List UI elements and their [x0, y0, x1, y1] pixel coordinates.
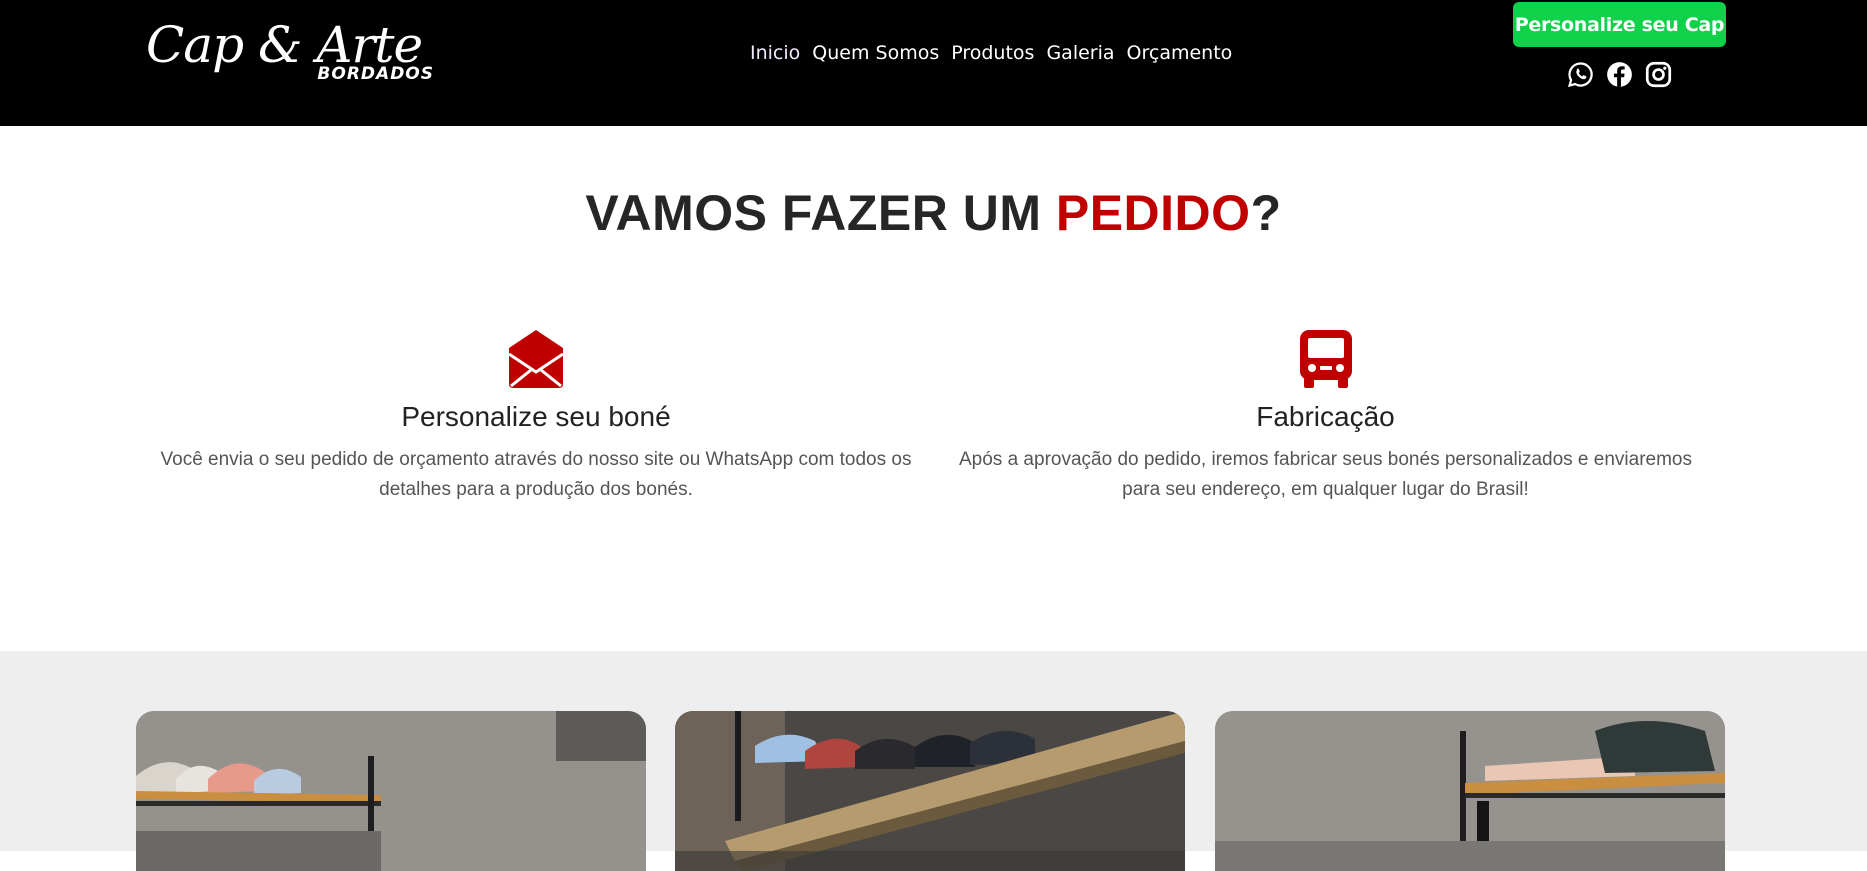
step-description: Você envia o seu pedido de orçamento atr… — [160, 449, 912, 500]
step-personalize: Personalize seu boné Você envia o seu pe… — [150, 326, 922, 505]
step-title: Personalize seu boné — [401, 401, 671, 432]
main-nav: Inicio Quem Somos Produtos Galeria Orçam… — [750, 42, 1232, 64]
personalize-cap-button[interactable]: Personalize seu Cap — [1513, 2, 1726, 47]
social-links — [1566, 60, 1673, 89]
cap-shelf-photo-2[interactable] — [675, 711, 1185, 871]
site-header: Cap & Arte BORDADOS Inicio Quem Somos Pr… — [0, 0, 1867, 126]
step-fabricacao: Fabricação Após a aprovação do pedido, i… — [950, 326, 1701, 505]
cap-shelf-photo-1[interactable] — [136, 711, 646, 871]
step-description: Após a aprovação do pedido, iremos fabri… — [959, 449, 1692, 500]
instagram-icon[interactable] — [1644, 60, 1673, 89]
whatsapp-icon[interactable] — [1566, 60, 1595, 89]
nav-item-orcamento[interactable]: Orçamento — [1127, 42, 1233, 64]
step-title: Fabricação — [1256, 401, 1395, 432]
title-main-text: VAMOS FAZER UM — [585, 185, 1056, 241]
bus-icon — [950, 326, 1701, 392]
nav-item-galeria[interactable]: Galeria — [1046, 42, 1114, 64]
facebook-icon[interactable] — [1605, 60, 1634, 89]
brand-logo[interactable]: Cap & Arte BORDADOS — [146, 14, 446, 88]
title-end-text: ? — [1250, 185, 1282, 241]
nav-item-produtos[interactable]: Produtos — [951, 42, 1034, 64]
logo-subtitle: BORDADOS — [317, 64, 434, 84]
order-section-title: VAMOS FAZER UM PEDIDO? — [0, 184, 1867, 242]
title-accent-text: PEDIDO — [1055, 185, 1251, 241]
nav-item-inicio[interactable]: Inicio — [750, 42, 800, 64]
cap-shelf-photo-3[interactable] — [1215, 711, 1725, 871]
envelope-open-icon — [150, 326, 922, 392]
gallery-section — [0, 651, 1867, 871]
nav-item-quem-somos[interactable]: Quem Somos — [812, 42, 939, 64]
